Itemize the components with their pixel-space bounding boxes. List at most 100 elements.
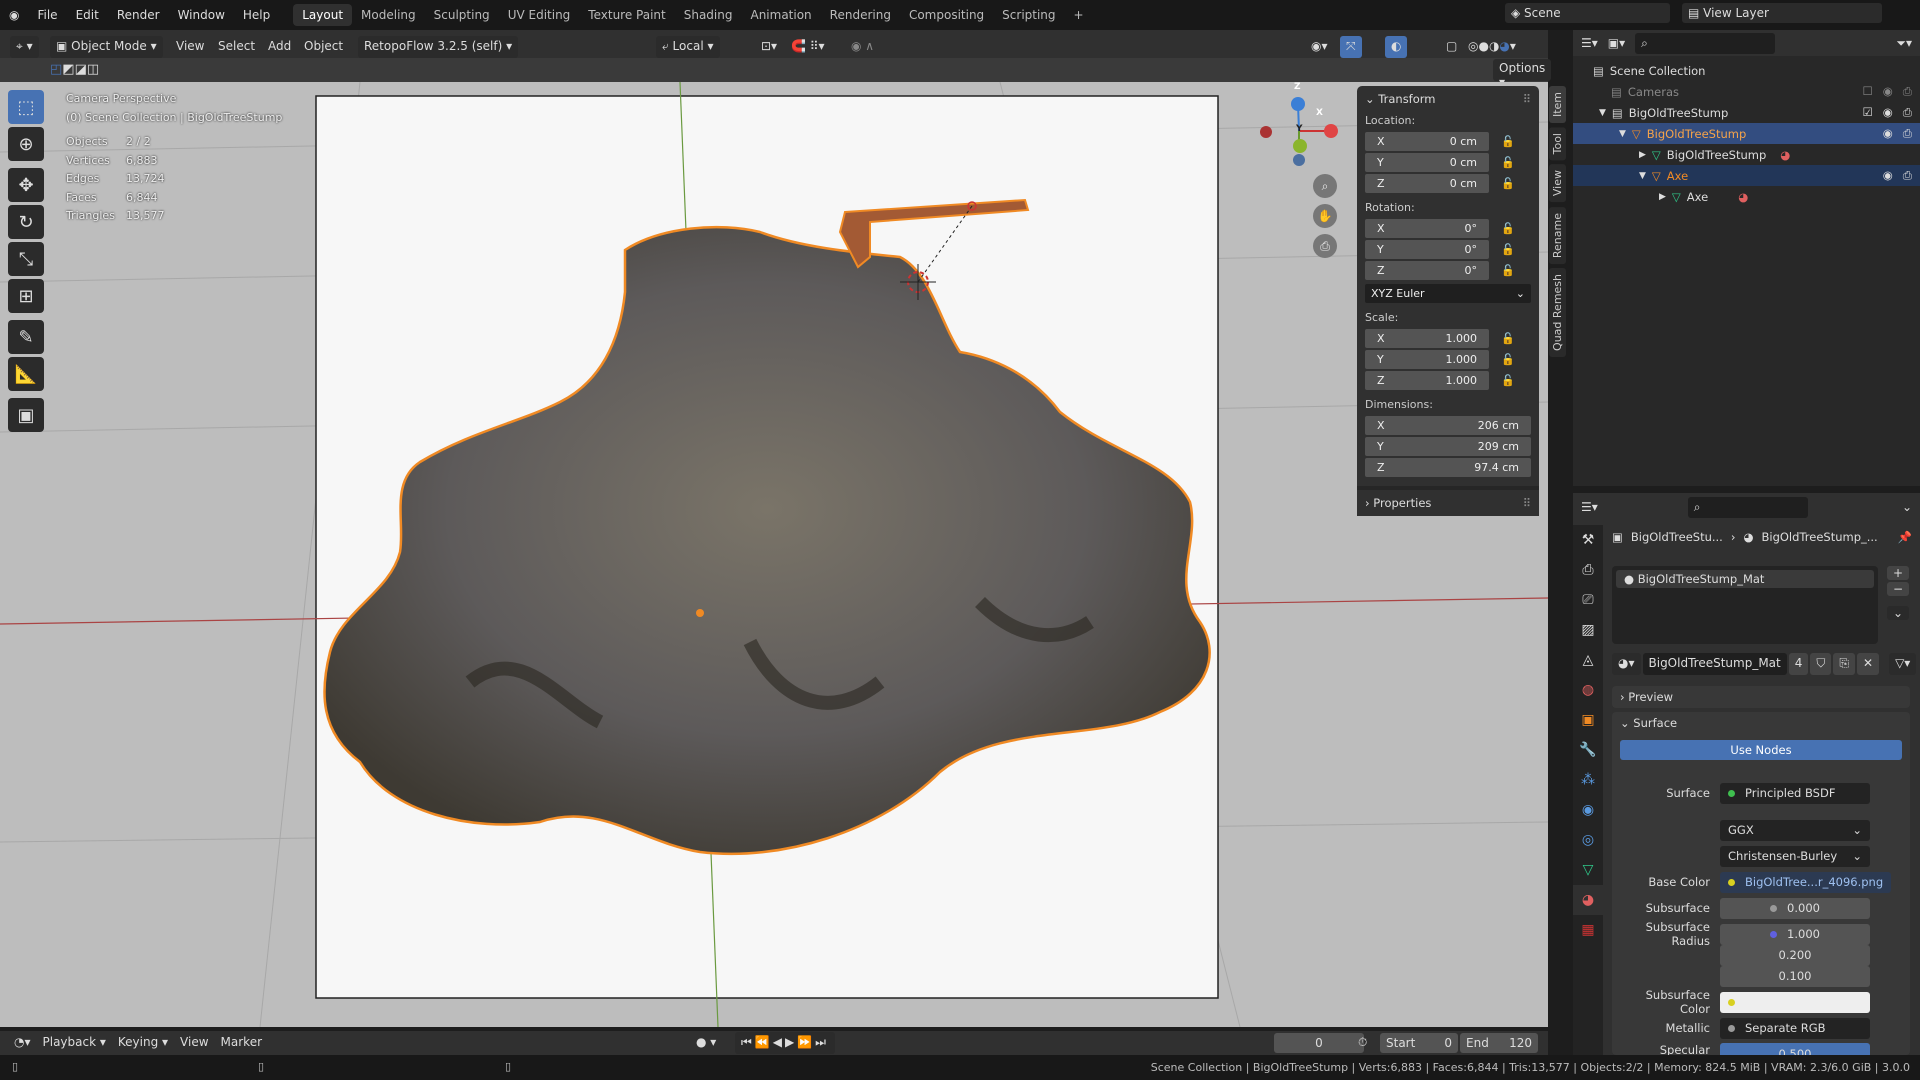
- view-layer-tab-icon[interactable]: ▨: [1573, 615, 1603, 645]
- data-tab-icon[interactable]: ▽: [1573, 855, 1603, 885]
- eye-icon[interactable]: ◉: [1883, 168, 1893, 183]
- playback-controls[interactable]: ⏮⏪◀▶⏩⏭: [735, 1032, 835, 1054]
- camera-icon[interactable]: ⎙: [1903, 168, 1912, 183]
- location-y-field[interactable]: Y0 cm: [1365, 152, 1489, 172]
- eye-icon[interactable]: ◉: [1883, 105, 1893, 120]
- rotation-z-field[interactable]: Z 0°: [1365, 260, 1489, 280]
- tab-layout[interactable]: Layout: [293, 4, 353, 26]
- scale-x-field[interactable]: X 1.000: [1365, 328, 1489, 348]
- tab-quad-remesh[interactable]: Quad Remesh: [1549, 267, 1566, 357]
- material-name-field[interactable]: BigOldTreeStump_Mat: [1642, 653, 1787, 675]
- camera-icon[interactable]: ⎙: [1903, 126, 1912, 141]
- pivot-icon[interactable]: ⊡▾: [755, 36, 783, 58]
- tab-rendering[interactable]: Rendering: [821, 4, 900, 26]
- location-z-field[interactable]: Z0 cm: [1365, 173, 1489, 193]
- menu-edit[interactable]: Edit: [67, 8, 108, 22]
- material-icon[interactable]: ◕: [1780, 148, 1790, 162]
- eye-icon[interactable]: ◉: [1883, 126, 1893, 141]
- outliner-row-scene-collection[interactable]: ▤ Scene Collection: [1573, 60, 1920, 81]
- material-users-count[interactable]: 4: [1788, 653, 1809, 675]
- outliner-row-stump-object[interactable]: ▼ ▽ BigOldTreeStump ◉ ⎙: [1573, 123, 1920, 144]
- subsurface-method-dropdown[interactable]: Christensen-Burley ⌄: [1620, 845, 1910, 867]
- lock-icon[interactable]: 🔓: [1501, 243, 1515, 256]
- tool-tab-icon[interactable]: ⚒: [1573, 525, 1603, 555]
- add-workspace-button[interactable]: +: [1065, 4, 1093, 26]
- lock-icon[interactable]: 🔓: [1501, 222, 1515, 235]
- timeline-editor-icon[interactable]: ◔▾: [8, 1032, 37, 1054]
- gizmo-toggle-icon[interactable]: ⤧: [1340, 36, 1362, 58]
- menu-file[interactable]: File: [28, 8, 66, 22]
- end-frame-field[interactable]: End 120: [1460, 1033, 1538, 1053]
- filter-icon[interactable]: ⏷▾: [1896, 36, 1912, 51]
- menu-render[interactable]: Render: [108, 8, 169, 22]
- rotation-mode-dropdown[interactable]: XYZ Euler ⌄: [1365, 283, 1531, 303]
- overlay-toggle-icon[interactable]: ◐: [1385, 36, 1408, 58]
- view-layer-selector[interactable]: ▤ View Layer: [1682, 3, 1882, 23]
- tab-compositing[interactable]: Compositing: [900, 4, 993, 26]
- subsurface-color-row[interactable]: Subsurface Color: [1620, 988, 1910, 1016]
- physics-tab-icon[interactable]: ◉: [1573, 795, 1603, 825]
- lock-icon[interactable]: 🔓: [1501, 353, 1515, 366]
- options-dropdown[interactable]: Options ▾: [1493, 59, 1552, 89]
- tab-view[interactable]: View: [1549, 164, 1566, 203]
- menu-window[interactable]: Window: [169, 8, 234, 22]
- measure-tool-icon[interactable]: 📐: [8, 357, 44, 391]
- start-frame-field[interactable]: Start 0: [1380, 1033, 1458, 1053]
- pan-hand-icon[interactable]: ✋: [1313, 204, 1337, 228]
- tab-tool[interactable]: Tool: [1549, 127, 1566, 161]
- 3d-viewport[interactable]: X Z Y ⌕ ✋ ⎙ Camera Perspective (0) Scene…: [0, 82, 1548, 1027]
- editor-type-icon[interactable]: ☰▾: [1581, 500, 1598, 514]
- cursor-tool-icon[interactable]: ⊕: [8, 127, 44, 161]
- remove-slot-button[interactable]: −: [1887, 582, 1909, 596]
- texture-tab-icon[interactable]: ▦: [1573, 915, 1603, 945]
- dimension-y-field[interactable]: Y 209 cm: [1365, 436, 1531, 456]
- editor-type-button[interactable]: ⌖ ▾: [10, 36, 39, 58]
- material-slot[interactable]: ● BigOldTreeStump_Mat: [1616, 570, 1874, 588]
- mode-dropdown[interactable]: ▣ Object Mode ▾: [50, 36, 163, 58]
- rotation-x-field[interactable]: X 0°: [1365, 218, 1489, 238]
- retopoflow-menu[interactable]: RetopoFlow 3.2.5 (self) ▾: [358, 36, 519, 58]
- surface-shader-row[interactable]: Surface Principled BSDF: [1620, 782, 1910, 804]
- annotate-tool-icon[interactable]: ✎: [8, 320, 44, 354]
- add-cube-tool-icon[interactable]: ▣: [8, 398, 44, 432]
- lock-icon[interactable]: 🔓: [1501, 332, 1515, 345]
- output-tab-icon[interactable]: ⎚: [1573, 585, 1603, 615]
- rotate-tool-icon[interactable]: ↻: [8, 205, 44, 239]
- checkbox-icon[interactable]: ☐: [1862, 84, 1872, 99]
- camera-icon[interactable]: ⎙: [1903, 84, 1912, 99]
- object-tab-icon[interactable]: ▣: [1573, 705, 1603, 735]
- display-mode-icon[interactable]: ☰▾: [1581, 36, 1598, 50]
- world-tab-icon[interactable]: ◍: [1573, 675, 1603, 705]
- subsurface-row[interactable]: Subsurface 0.000: [1620, 897, 1910, 919]
- material-tab-icon[interactable]: ◕: [1573, 885, 1603, 915]
- outliner-row-stump-mesh[interactable]: ▶ ▽ BigOldTreeStump ◕: [1573, 144, 1920, 165]
- timeline-view-menu[interactable]: View: [174, 1032, 214, 1054]
- move-tool-icon[interactable]: ✥: [8, 168, 44, 202]
- lock-icon[interactable]: 🔓: [1501, 156, 1515, 169]
- dimension-x-field[interactable]: X 206 cm: [1365, 415, 1531, 435]
- surface-panel-header[interactable]: ⌄ Surface: [1612, 712, 1910, 734]
- outliner-row-axe-mesh[interactable]: ▶ ▽ Axe ◕: [1573, 186, 1920, 207]
- use-nodes-button[interactable]: Use Nodes: [1620, 740, 1902, 760]
- scene-tab-icon[interactable]: ◬: [1573, 645, 1603, 675]
- scale-y-field[interactable]: Y 1.000: [1365, 349, 1489, 369]
- subsurface-radius-row[interactable]: Subsurface Radius 1.000: [1620, 920, 1910, 948]
- subsurface-radius-y[interactable]: 0.200: [1620, 944, 1910, 966]
- select-box-tool-icon[interactable]: ⬚: [8, 90, 44, 124]
- menu-object[interactable]: Object: [298, 36, 349, 58]
- rotation-y-field[interactable]: Y 0°: [1365, 239, 1489, 259]
- scale-z-field[interactable]: Z 1.000: [1365, 370, 1489, 390]
- keying-menu[interactable]: Keying ▾: [112, 1032, 174, 1054]
- tab-rename[interactable]: Rename: [1549, 206, 1566, 264]
- blender-logo-icon[interactable]: ◉: [0, 8, 28, 22]
- pin-icon[interactable]: 📌: [1898, 530, 1912, 544]
- camera-view-icon[interactable]: ⎙: [1313, 234, 1337, 258]
- particles-tab-icon[interactable]: ⁂: [1573, 765, 1603, 795]
- fake-user-icon[interactable]: ⛉: [1810, 653, 1832, 675]
- visibility-icon[interactable]: ◉▾: [1305, 36, 1334, 58]
- tab-modeling[interactable]: Modeling: [352, 4, 425, 26]
- record-button[interactable]: ● ▾: [690, 1032, 722, 1054]
- scene-selector[interactable]: ◈ Scene: [1505, 3, 1670, 23]
- render-tab-icon[interactable]: ⎙: [1573, 555, 1603, 585]
- filter-view-icon[interactable]: ▣▾: [1608, 36, 1625, 50]
